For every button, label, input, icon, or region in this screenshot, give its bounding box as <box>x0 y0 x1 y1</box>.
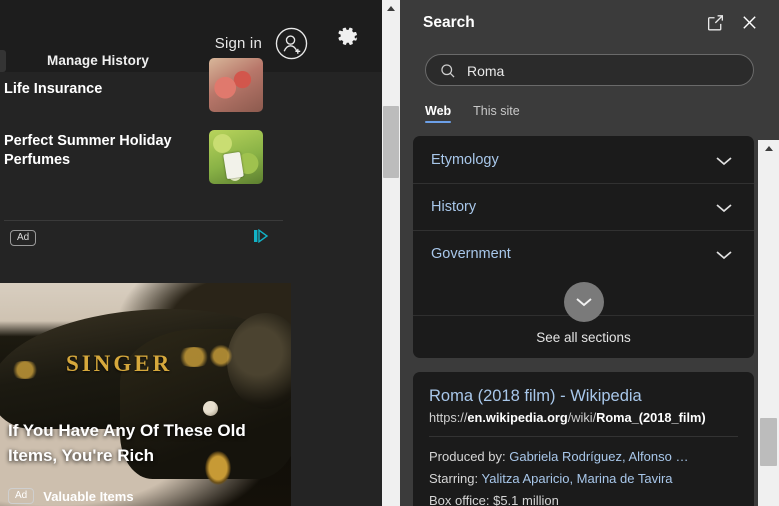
result-url-prefix: https:// <box>429 410 468 425</box>
fact-value: $5.1 million <box>493 493 559 506</box>
singer-sewing-machine-photo: SINGER <box>0 283 291 506</box>
result-url-domain: en.wikipedia.org <box>467 410 568 425</box>
account-add-icon[interactable] <box>275 27 308 60</box>
ad-card[interactable]: SINGER If You Have Any Of These Old Item… <box>0 283 291 506</box>
page-edge-decoration <box>0 50 6 72</box>
chevron-down-icon[interactable] <box>714 201 734 213</box>
adchoices-triangle-icon[interactable] <box>253 228 269 244</box>
see-all-sections-label[interactable]: See all sections <box>413 330 754 345</box>
ad-card-brand[interactable]: Valuable Items <box>43 489 133 504</box>
section-row-government[interactable]: Government <box>413 230 754 277</box>
search-input[interactable]: Roma <box>425 54 754 86</box>
fact-value[interactable]: Yalitza Aparicio, Marina de Tavira <box>482 471 673 486</box>
tab-web[interactable]: Web <box>425 104 452 123</box>
sign-in-group[interactable]: Sign in <box>215 27 308 60</box>
page-vertical-scrollbar[interactable] <box>382 0 400 506</box>
sidebar-vertical-scrollbar[interactable] <box>758 140 779 506</box>
fact-label: Box office: <box>429 493 490 506</box>
page-top-bar: Sign in Manage History <box>0 0 382 72</box>
singer-brand-text: SINGER <box>66 351 173 376</box>
result-fact-starring: Starring: Yalitza Aparicio, Marina de Ta… <box>429 468 738 490</box>
scroll-up-arrow-icon[interactable] <box>758 140 779 157</box>
result-url[interactable]: https://en.wikipedia.org/wiki/Roma_(2018… <box>429 409 738 426</box>
see-all-sections-button[interactable] <box>563 282 604 322</box>
close-icon[interactable] <box>740 13 759 32</box>
fact-label: Starring: <box>429 471 479 486</box>
ad-item[interactable]: Perfect Summer Holiday Perfumes <box>0 128 291 210</box>
search-icon <box>440 63 456 79</box>
sidebar-title: Search <box>423 14 475 31</box>
ad-divider <box>4 220 283 221</box>
sidebar-results-body: Etymology History Government See all sec… <box>400 136 779 506</box>
sidebar-header: Search <box>400 0 779 46</box>
manage-history-link[interactable]: Manage History <box>47 53 149 68</box>
ad-item-title[interactable]: Life Insurance <box>4 80 204 99</box>
result-fact-box-office: Box office: $5.1 million <box>429 490 738 506</box>
perfume-photo[interactable] <box>209 130 263 184</box>
scroll-up-arrow-icon[interactable] <box>382 0 400 16</box>
section-row-etymology[interactable]: Etymology <box>413 136 754 183</box>
ad-item-title[interactable]: Perfect Summer Holiday Perfumes <box>4 132 204 170</box>
result-divider <box>429 436 738 437</box>
ad-badge[interactable]: Ad <box>10 230 37 246</box>
sidebar-tabs: Web This site <box>425 104 754 132</box>
gear-icon[interactable] <box>336 25 360 49</box>
tab-this-site[interactable]: This site <box>473 104 520 123</box>
search-input-value[interactable]: Roma <box>467 62 504 80</box>
scrollbar-thumb[interactable] <box>383 106 399 178</box>
result-title[interactable]: Roma (2018 film) - Wikipedia <box>429 386 738 407</box>
ad-footer: Ad <box>0 228 291 256</box>
section-label[interactable]: Government <box>431 246 511 262</box>
fact-value[interactable]: Gabriela Rodríguez, Alfonso … <box>509 449 688 464</box>
ad-card-headline[interactable]: If You Have Any Of These Old Items, You'… <box>8 418 284 468</box>
search-result-card[interactable]: Roma (2018 film) - Wikipedia https://en.… <box>413 372 754 506</box>
section-row-history[interactable]: History <box>413 183 754 230</box>
screen: Sign in Manage History Life Insurance Pe… <box>0 0 779 506</box>
fact-label: Produced by: <box>429 449 506 464</box>
chevron-down-icon[interactable] <box>714 154 734 166</box>
insurance-photo[interactable] <box>209 58 263 112</box>
chevron-down-icon[interactable] <box>714 248 734 260</box>
result-url-path: /wiki/ <box>567 410 597 425</box>
search-sidebar: Search Roma Web This site Etymology Hist… <box>400 0 779 506</box>
result-url-page: Roma_(2018_film) <box>596 410 706 425</box>
ad-badge[interactable]: Ad <box>8 488 35 504</box>
web-page-content: Sign in Manage History Life Insurance Pe… <box>0 0 382 506</box>
section-label[interactable]: Etymology <box>431 152 499 168</box>
sign-in-label[interactable]: Sign in <box>215 35 262 52</box>
scrollbar-thumb[interactable] <box>760 418 777 466</box>
see-all-sections-block: See all sections <box>413 282 754 358</box>
ad-block: Life Insurance Perfect Summer Holiday Pe… <box>0 58 291 256</box>
section-label[interactable]: History <box>431 199 476 215</box>
result-fact-produced-by: Produced by: Gabriela Rodríguez, Alfonso… <box>429 446 738 468</box>
sections-card: Etymology History Government <box>413 136 754 298</box>
open-in-new-icon[interactable] <box>706 13 725 32</box>
ad-card-footer: Ad Valuable Items <box>8 488 134 504</box>
